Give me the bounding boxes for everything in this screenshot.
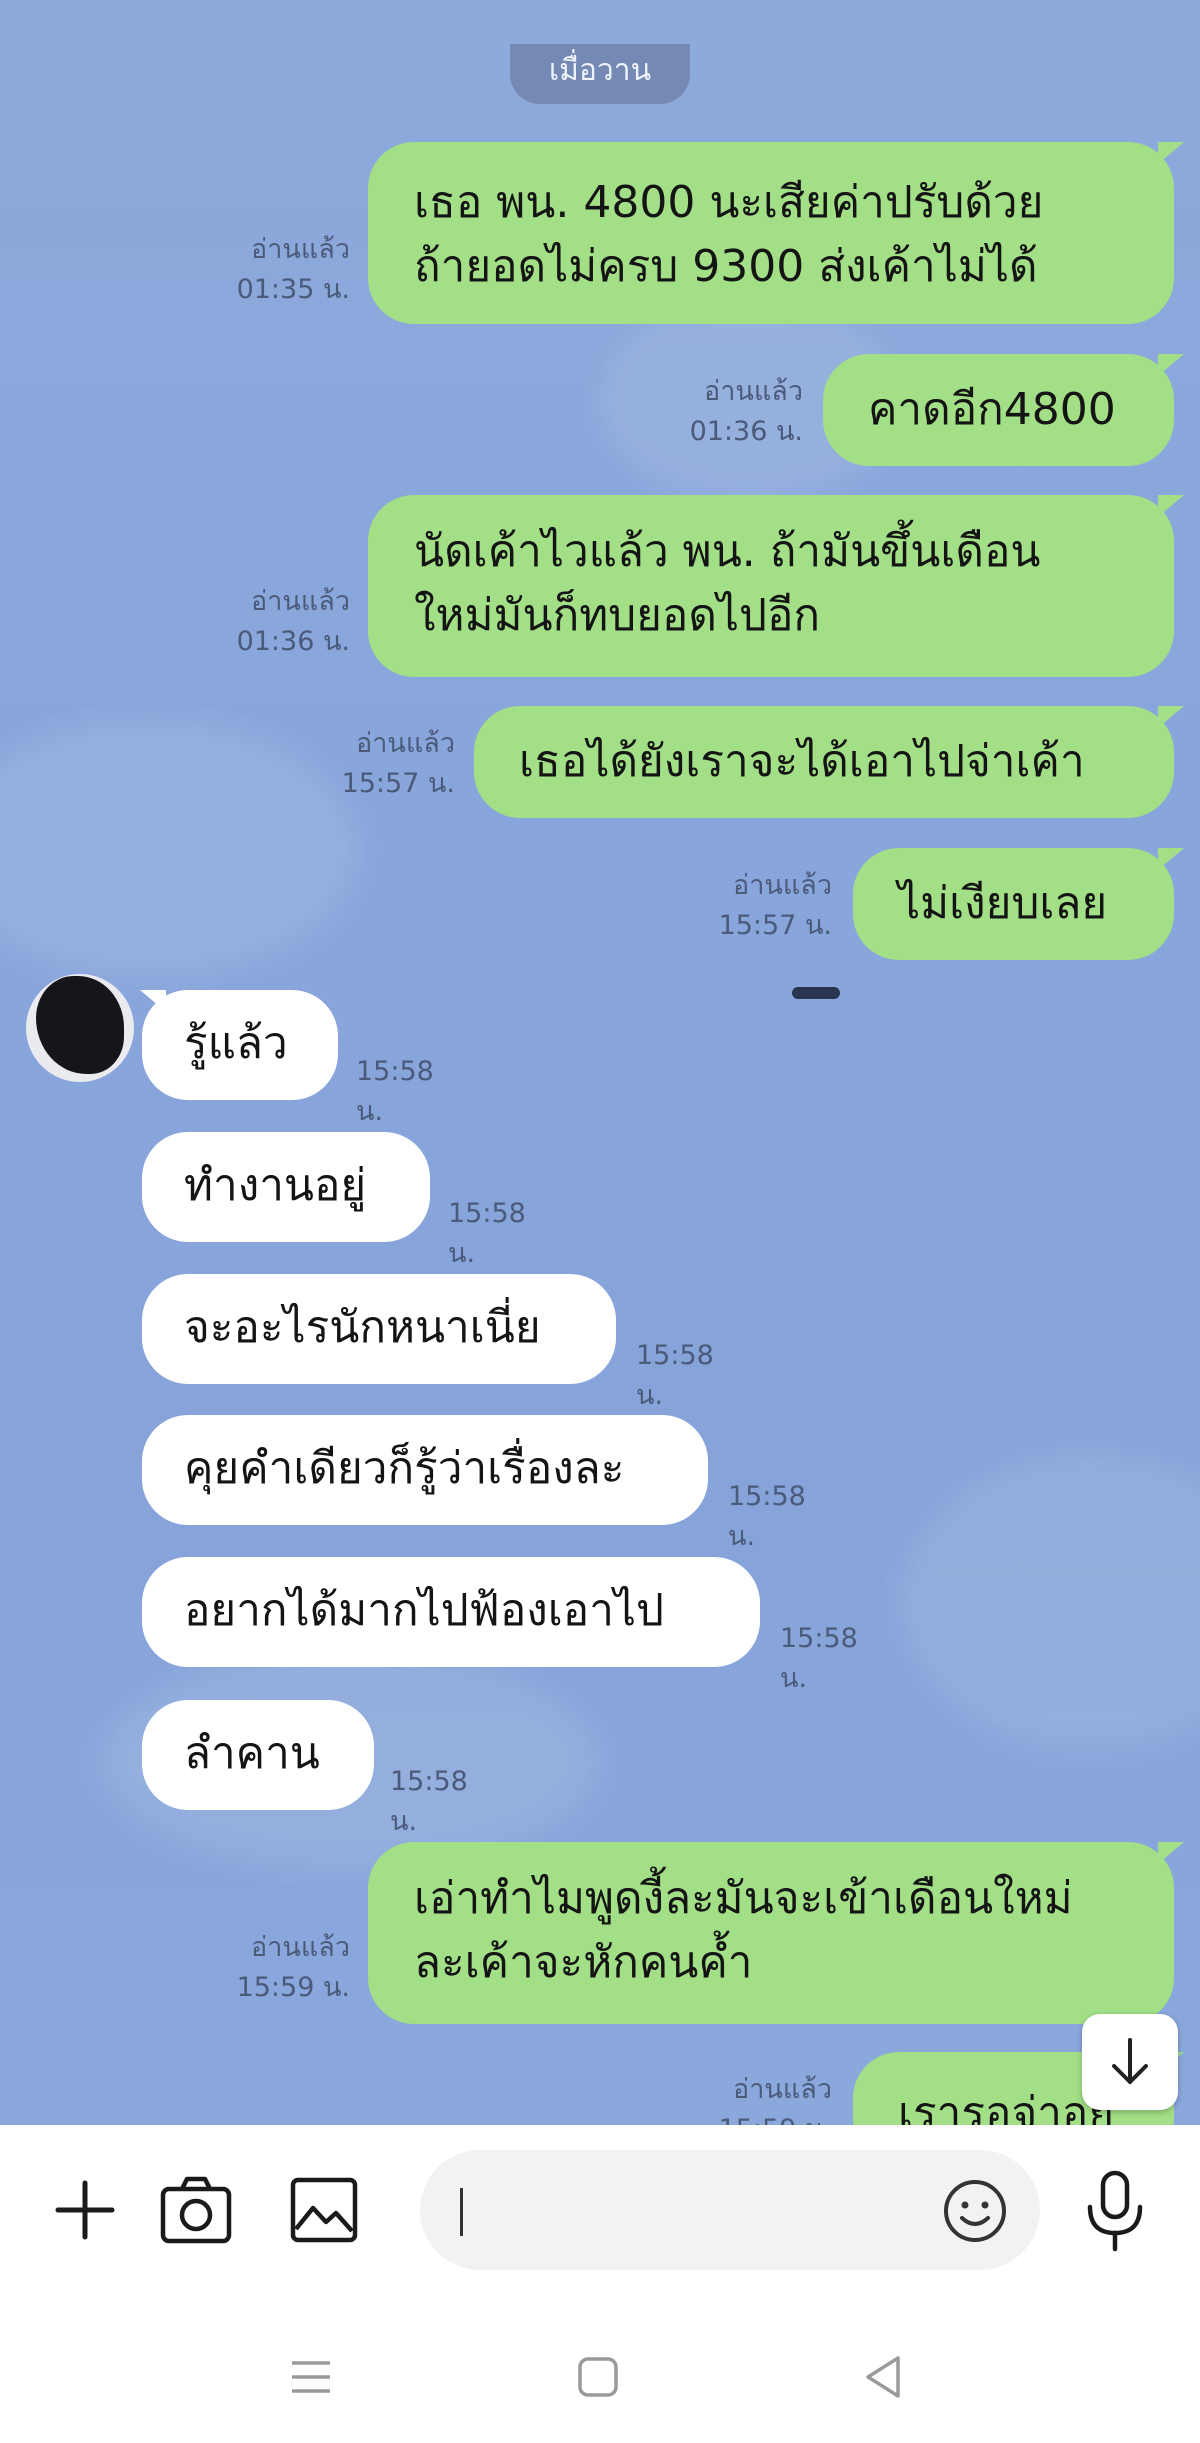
date-separator: เมื่อวาน: [510, 44, 690, 104]
message-bubble[interactable]: จะอะไรนักหนาเนี่ย: [142, 1274, 616, 1384]
chat-area[interactable]: เมื่อวาน เธอ พน. 4800 นะเสียค่าปรับด้วย …: [0, 0, 1200, 2125]
message-text-line: เธอ พน. 4800 นะเสียค่าปรับด้วย: [414, 177, 1044, 228]
message-bubble[interactable]: คุยคำเดียวก็รู้ว่าเรื่องละ: [142, 1415, 708, 1525]
read-receipt: อ่านแล้ว: [704, 376, 803, 407]
emoji-icon[interactable]: [942, 2178, 1008, 2244]
message-input[interactable]: [420, 2150, 1040, 2270]
read-receipt: อ่านแล้ว: [356, 728, 455, 759]
message-bubble[interactable]: ไม่เงียบเลย: [853, 848, 1174, 960]
message-time: 01:35 น.: [236, 274, 350, 305]
message-time: 15:58 น.: [728, 1481, 806, 1552]
message-time: 15:58 น.: [390, 1766, 468, 1837]
message-text-line: เอ่าทำไมพูดงี้ละมันจะเข้าเดือนใหม่: [414, 1873, 1073, 1924]
message-text-line: ทำงานอยู่: [184, 1160, 367, 1211]
message-bubble[interactable]: ทำงานอยู่: [142, 1132, 430, 1242]
message-time: 15:59 น.: [632, 2110, 832, 2125]
typing-indicator: [792, 987, 840, 999]
message-text-line: นัดเค้าไวแล้ว พน. ถ้ามันขึ้นเดือน: [414, 526, 1041, 577]
microphone-icon[interactable]: [1082, 2169, 1148, 2253]
message-bubble[interactable]: เธอ พน. 4800 นะเสียค่าปรับด้วย ถ้ายอดไม่…: [368, 142, 1174, 324]
message-bubble[interactable]: เธอได้ยังเราจะได้เอาไปจ่าเค้า: [474, 706, 1174, 818]
message-text-line: ใหม่มันก็ทบยอดไปอีก: [414, 590, 821, 641]
back-icon[interactable]: [860, 2352, 906, 2402]
camera-icon[interactable]: [158, 2173, 234, 2247]
message-text-line: ละเค้าจะหักคนค้ำ: [414, 1937, 753, 1988]
message-bubble[interactable]: อยากได้มากไปฟ้องเอาไป: [142, 1557, 760, 1667]
message-text-line: ไม่เงียบเลย: [898, 878, 1108, 929]
read-receipt: อ่านแล้ว: [251, 234, 350, 265]
read-receipt: อ่านแล้ว: [251, 1932, 350, 1963]
message-time: 01:36 น.: [689, 416, 803, 447]
read-receipt: อ่านแล้ว: [733, 2074, 832, 2105]
message-text-line: เธอได้ยังเราจะได้เอาไปจ่าเค้า: [519, 736, 1085, 787]
message-bubble[interactable]: นัดเค้าไวแล้ว พน. ถ้ามันขึ้นเดือน ใหม่มั…: [368, 495, 1174, 677]
message-bubble[interactable]: คาดอีก4800: [823, 354, 1174, 466]
message-text-line: คุยคำเดียวก็รู้ว่าเรื่องละ: [184, 1443, 625, 1494]
message-time: 15:57 น.: [341, 768, 455, 799]
message-text-line: ถ้ายอดไม่ครบ 9300 ส่งเค้าไม่ได้: [414, 241, 1038, 292]
message-time: 01:36 น.: [236, 626, 350, 657]
message-time: 15:57 น.: [718, 910, 832, 941]
message-text-line: อยากได้มากไปฟ้องเอาไป: [184, 1585, 664, 1636]
system-navigation-bar: [0, 2310, 1200, 2443]
message-time: 15:59 น.: [236, 1972, 350, 2003]
text-caret: [460, 2188, 463, 2236]
message-time: 15:58 น.: [356, 1056, 434, 1127]
message-time: 15:58 น.: [448, 1198, 526, 1269]
menu-icon[interactable]: [286, 2355, 336, 2399]
message-time: 15:58 น.: [780, 1623, 858, 1694]
plus-icon[interactable]: [50, 2175, 120, 2245]
message-bubble[interactable]: รู้แล้ว: [142, 990, 338, 1100]
home-icon[interactable]: [575, 2354, 621, 2400]
message-input-bar: [0, 2125, 1200, 2310]
message-bubble[interactable]: เอ่าทำไมพูดงี้ละมันจะเข้าเดือนใหม่ ละเค้…: [368, 1842, 1174, 2024]
read-receipt: อ่านแล้ว: [733, 870, 832, 901]
message-text-line: ลำคาน: [184, 1728, 320, 1779]
arrow-down-icon: [1112, 2038, 1148, 2084]
message-time: 15:58 น.: [636, 1340, 714, 1411]
message-bubble[interactable]: ลำคาน: [142, 1700, 374, 1810]
image-icon[interactable]: [288, 2175, 360, 2245]
avatar[interactable]: [26, 974, 134, 1082]
message-text-line: จะอะไรนักหนาเนี่ย: [184, 1302, 541, 1353]
message-text-line: รู้แล้ว: [184, 1018, 288, 1069]
scroll-to-bottom-button[interactable]: [1082, 2014, 1178, 2110]
read-receipt: อ่านแล้ว: [251, 586, 350, 617]
message-text-line: คาดอีก4800: [868, 384, 1116, 435]
